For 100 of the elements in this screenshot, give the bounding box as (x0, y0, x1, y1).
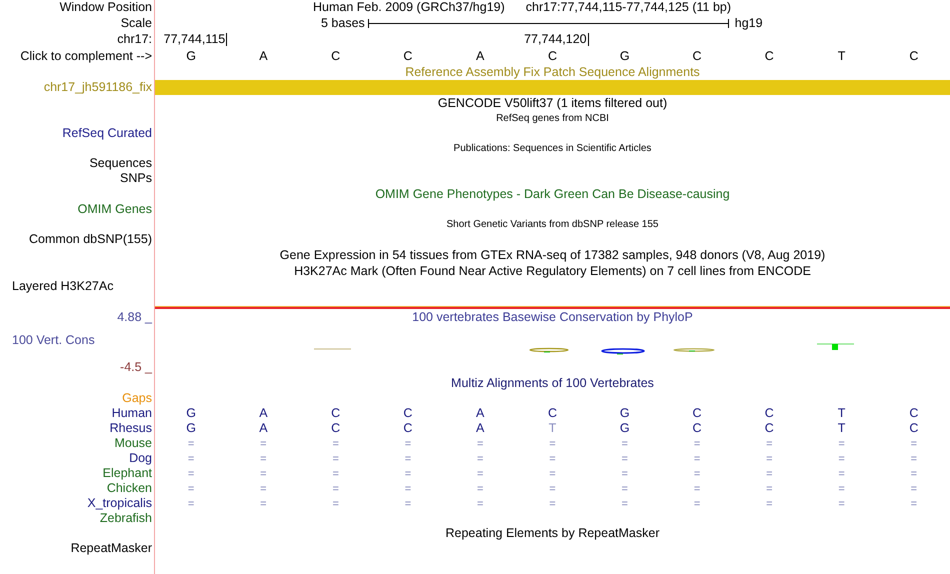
base-letter: C (909, 406, 918, 420)
track-title: Publications: Sequences in Scientific Articles (454, 142, 652, 154)
complement-link[interactable]: Click to complement --> (20, 48, 152, 64)
match-mark: = (477, 468, 484, 480)
base-letter: C (764, 406, 774, 420)
match-mark: = (404, 453, 412, 466)
match-mark: = (188, 453, 194, 466)
match-mark: = (622, 453, 628, 466)
match-mark: = (694, 468, 700, 480)
track-label[interactable]: SNPs (120, 171, 152, 186)
base-letter: A (476, 406, 484, 420)
match-mark: = (260, 453, 267, 466)
row-label: Window Position (60, 0, 152, 15)
match-mark: = (838, 483, 845, 496)
track-label[interactable]: 100 Vert. Cons (0, 333, 95, 348)
coordinate-label: 77,744,120 (524, 33, 589, 46)
match-mark: = (766, 468, 773, 480)
match-mark: = (838, 498, 845, 510)
base-letter: C (692, 421, 702, 436)
base-letter: G (186, 48, 196, 63)
base-letter: C (331, 406, 340, 420)
base-letter: G (620, 406, 630, 420)
track-title: OMIM Gene Phenotypes - Dark Green Can Be Disease-causing (375, 186, 730, 202)
base-letter: C (764, 48, 774, 63)
match-mark: = (332, 453, 339, 466)
scale-length: 5 bases (321, 16, 365, 30)
species-label[interactable]: Elephant (102, 466, 152, 481)
match-mark: = (549, 438, 556, 450)
base-letter: G (620, 421, 630, 436)
base-letter: C (403, 406, 412, 420)
match-mark: = (477, 453, 484, 466)
match-mark: = (766, 498, 773, 510)
match-mark: = (838, 468, 845, 480)
match-mark: = (910, 498, 918, 510)
match-mark: = (838, 453, 845, 466)
assembly-text: Human Feb. 2009 (GRCh37/hg19) (313, 0, 505, 15)
base-letter: C (692, 406, 702, 420)
species-label[interactable]: Human (112, 406, 152, 421)
row-label: Scale (120, 16, 152, 30)
match-mark: = (766, 453, 773, 466)
coordinate-label: 77,744,115 (164, 33, 228, 46)
species-label[interactable]: Chicken (106, 481, 152, 496)
base-letter: T (838, 421, 846, 436)
base-letter: G (186, 421, 196, 436)
base-letter: C (403, 48, 412, 63)
match-mark: = (188, 483, 194, 496)
base-letter: G (186, 406, 196, 420)
match-mark: = (766, 438, 773, 450)
track-title: GENCODE V50lift37 (1 items filtered out) (438, 96, 668, 110)
species-label[interactable]: X_tropicalis (87, 496, 152, 511)
match-mark: = (260, 483, 267, 496)
base-letter: G (620, 48, 630, 63)
match-mark: = (188, 438, 194, 450)
match-mark: = (622, 468, 628, 480)
species-label[interactable]: Rhesus (110, 421, 152, 436)
track-title: Multiz Alignments of 100 Vertebrates (451, 376, 654, 390)
species-label[interactable]: Zebrafish (100, 511, 152, 526)
match-mark: = (549, 498, 556, 510)
match-mark: = (332, 498, 339, 510)
match-mark: = (260, 498, 267, 510)
track-title: H3K27Ac Mark (Often Found Near Active Regulatory Elements) on 7 cell lines from ENCODE (294, 264, 811, 278)
base-letter: C (331, 421, 340, 436)
base-letter: T (548, 421, 556, 436)
match-mark: = (260, 468, 267, 480)
track-title: Gene Expression in 54 tissues from GTEx RNA-seq of 17382 samples, 948 donors (V8, Aug 2019) (280, 248, 826, 262)
base-letter: C (331, 48, 340, 63)
base-letter: C (548, 48, 557, 63)
base-letter: A (259, 421, 268, 436)
match-mark: = (188, 468, 194, 480)
track-title: Reference Assembly Fix Patch Sequence Alignments (405, 64, 700, 80)
track-label[interactable]: Sequences (89, 156, 152, 171)
base-letter: T (838, 48, 846, 63)
match-mark: = (766, 483, 773, 496)
match-mark: = (549, 453, 556, 466)
match-mark: = (910, 483, 918, 496)
match-mark: = (404, 498, 412, 510)
species-label[interactable]: Dog (129, 451, 152, 466)
track-label[interactable]: RefSeq Curated (62, 126, 152, 141)
match-mark: = (404, 483, 412, 496)
match-mark: = (260, 438, 267, 450)
base-letter: C (692, 48, 702, 63)
track-label[interactable]: RepeatMasker (70, 541, 152, 556)
match-mark: = (332, 483, 339, 496)
match-mark: = (694, 483, 700, 496)
scale-assembly: hg19 (734, 16, 763, 30)
species-label[interactable]: Mouse (114, 436, 152, 451)
track-label[interactable]: OMIM Genes (78, 202, 152, 217)
row-label: chr17: (117, 32, 152, 47)
match-mark: = (694, 498, 700, 510)
base-letter: A (476, 48, 484, 63)
match-mark: = (549, 483, 556, 496)
match-mark: = (694, 453, 700, 466)
axis-min-label: -4.5 _ (120, 360, 152, 374)
base-letter: C (909, 421, 918, 436)
base-letter: A (476, 421, 484, 436)
match-mark: = (910, 468, 918, 480)
track-label[interactable]: Layered H3K27Ac (12, 279, 114, 294)
track-label[interactable]: Common dbSNP(155) (29, 232, 152, 247)
match-mark: = (622, 483, 628, 496)
position-text: chr17:77,744,115-77,744,125 (11 bp) (526, 0, 732, 15)
